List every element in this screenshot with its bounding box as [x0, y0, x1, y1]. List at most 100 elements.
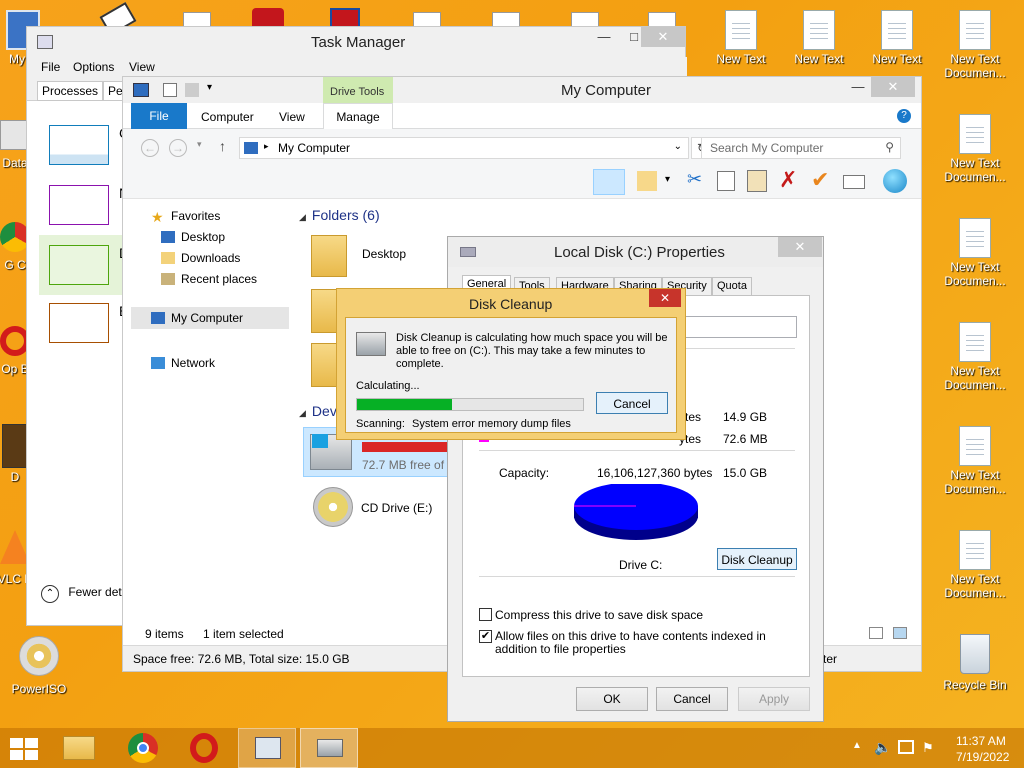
action-center-icon[interactable]: ⚑: [922, 740, 934, 756]
volume-icon[interactable]: 🔈: [874, 739, 891, 756]
index-checkbox[interactable]: ✔: [479, 630, 492, 643]
desktop-icon-poweriso[interactable]: PowerISO: [2, 636, 76, 696]
paste-icon[interactable]: [747, 170, 767, 192]
desktop-icon-text-5[interactable]: New Text Documen...: [938, 114, 1012, 184]
nav-recent-places[interactable]: Recent places: [161, 272, 257, 286]
taskbar-disk-cleanup[interactable]: [300, 728, 358, 768]
tab-quota[interactable]: Quota: [712, 277, 752, 295]
taskbar-opera[interactable]: [176, 728, 234, 768]
check-icon[interactable]: ✔: [811, 167, 829, 193]
tiles-view-icon[interactable]: [893, 627, 907, 639]
clock-date[interactable]: 7/19/2022: [956, 750, 1009, 764]
address-dropdown-icon[interactable]: ⌄: [674, 141, 682, 152]
nav-favorites[interactable]: ★ Favorites: [151, 209, 220, 225]
delete-icon[interactable]: ✗: [779, 167, 797, 193]
network-icon: [151, 357, 165, 369]
desktop-icon-text-8[interactable]: New Text Documen...: [938, 426, 1012, 496]
folder-icon: [63, 736, 95, 760]
apply-button[interactable]: Apply: [738, 687, 810, 711]
cancel-button[interactable]: Cancel: [656, 687, 728, 711]
desktop-icon-text-7[interactable]: New Text Documen...: [938, 322, 1012, 392]
scanning-item: System error memory dump files: [412, 418, 571, 430]
cd-drive-tile[interactable]: CD Drive (E:): [303, 485, 453, 535]
close-button[interactable]: ✕: [649, 289, 681, 307]
desktop-icon-text-1[interactable]: New Text: [704, 10, 778, 66]
nav-my-computer[interactable]: My Computer: [131, 307, 289, 329]
details-view-icon[interactable]: [869, 627, 883, 639]
separator: [479, 576, 795, 577]
perf-item-disk[interactable]: D: [39, 235, 129, 295]
copy-icon[interactable]: [717, 171, 735, 191]
devices-group-header[interactable]: ◢ Devi: [299, 403, 340, 419]
taskbar-chrome[interactable]: [114, 728, 172, 768]
rename-icon[interactable]: [843, 175, 865, 189]
menu-view[interactable]: View: [129, 60, 155, 74]
tab-processes[interactable]: Processes: [37, 81, 104, 101]
desktop-icon-text-6[interactable]: New Text Documen...: [938, 218, 1012, 288]
folder-desktop[interactable]: Desktop: [307, 233, 447, 283]
tab-file[interactable]: File: [131, 103, 187, 129]
fewer-details-button[interactable]: ⌃ Fewer deta: [41, 585, 128, 603]
disk-cleanup-button[interactable]: Disk Cleanup: [717, 548, 797, 570]
dropdown-icon[interactable]: ▾: [665, 174, 670, 185]
close-button[interactable]: ✕: [641, 27, 685, 47]
desktop-icon-text-4[interactable]: New Text Documen...: [938, 10, 1012, 80]
close-button[interactable]: ✕: [871, 77, 915, 97]
help-icon[interactable]: ?: [897, 109, 911, 123]
desktop-icon-text-9[interactable]: New Text Documen...: [938, 530, 1012, 600]
capacity-label: Capacity:: [499, 466, 550, 480]
perf-item-memory[interactable]: N: [39, 177, 129, 237]
nav-downloads[interactable]: Downloads: [161, 251, 240, 265]
recent-locations-button[interactable]: ▾: [197, 139, 202, 150]
task-manager-titlebar[interactable]: Task Manager — □ ✕: [27, 27, 685, 57]
desktop-icon-text-3[interactable]: New Text: [860, 10, 934, 66]
compress-checkbox[interactable]: [479, 608, 492, 621]
explorer-titlebar[interactable]: ▾ Drive Tools My Computer — □ ✕: [123, 77, 921, 103]
properties-icon[interactable]: [637, 171, 657, 191]
new-folder-icon[interactable]: [185, 83, 199, 97]
properties-titlebar[interactable]: Local Disk (C:) Properties ✕: [448, 237, 823, 267]
downloads-icon: [161, 252, 175, 264]
disk-cleanup-title: Disk Cleanup: [469, 296, 553, 312]
cancel-button[interactable]: Cancel: [596, 392, 668, 414]
minimize-button[interactable]: —: [587, 27, 621, 47]
task-manager-title: Task Manager: [311, 34, 406, 51]
properties-icon[interactable]: [163, 83, 177, 97]
taskbar-file-explorer[interactable]: [50, 728, 108, 768]
close-button[interactable]: ✕: [778, 237, 822, 257]
desktop-icon-recycle-bin[interactable]: Recycle Bin: [938, 634, 1012, 692]
folders-group-header[interactable]: ◢ Folders (6): [299, 207, 380, 223]
status-computer-text: ter: [823, 652, 838, 666]
tab-view[interactable]: View: [279, 110, 305, 124]
nav-desktop[interactable]: Desktop: [161, 230, 225, 244]
preview-pane-icon[interactable]: [593, 169, 625, 195]
network-icon[interactable]: [898, 740, 914, 754]
perf-item-ethernet[interactable]: E: [39, 295, 129, 355]
chevron-down-icon[interactable]: ▾: [207, 82, 212, 93]
taskbar-task-manager[interactable]: [238, 728, 296, 768]
address-bar[interactable]: ▸ My Computer ⌄: [239, 137, 689, 159]
text-file-icon: [881, 10, 913, 50]
recent-places-icon: [161, 273, 175, 285]
disk-cleanup-titlebar[interactable]: Disk Cleanup ✕: [337, 289, 685, 317]
start-button[interactable]: [8, 736, 38, 760]
ribbon-tabs: File Computer View Manage ?: [123, 103, 921, 129]
show-hidden-icons[interactable]: ▲: [852, 740, 862, 751]
nav-network[interactable]: Network: [151, 356, 215, 370]
drive-label: Drive C:: [619, 558, 663, 572]
menu-options[interactable]: Options: [73, 60, 114, 74]
tab-computer[interactable]: Computer: [201, 110, 254, 124]
forward-button[interactable]: →: [169, 139, 187, 157]
clock-time[interactable]: 11:37 AM: [956, 734, 1006, 748]
perf-item-cpu[interactable]: C: [39, 107, 129, 177]
desktop-icon-text-2[interactable]: New Text: [782, 10, 856, 66]
computer-icon: [151, 312, 165, 324]
cut-icon[interactable]: ✂: [687, 169, 702, 190]
tab-manage[interactable]: Manage: [323, 103, 393, 129]
search-input[interactable]: Search My Computer ⚲: [701, 137, 901, 159]
back-button[interactable]: ←: [141, 139, 159, 157]
menu-file[interactable]: File: [41, 60, 60, 74]
globe-icon[interactable]: [883, 169, 907, 193]
ok-button[interactable]: OK: [576, 687, 648, 711]
up-button[interactable]: ↑: [219, 138, 226, 154]
